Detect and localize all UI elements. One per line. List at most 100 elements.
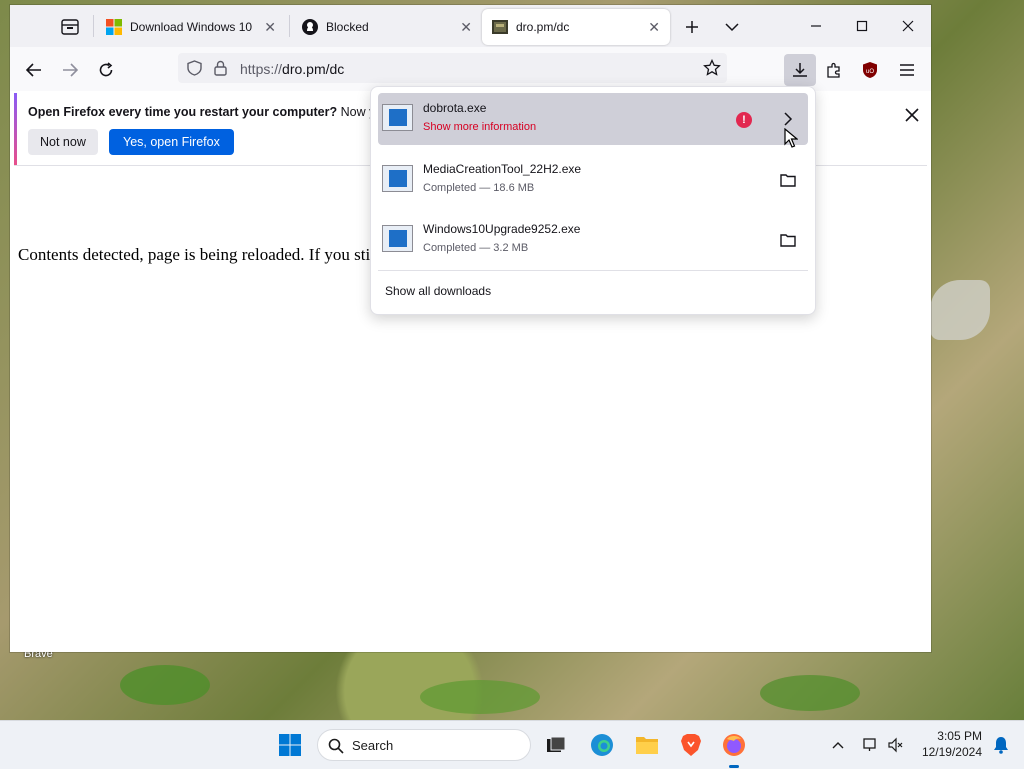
firefox-view-icon <box>61 19 79 35</box>
site-favicon-icon <box>492 20 508 34</box>
chevron-right-icon <box>784 112 793 126</box>
tab-title: Download Windows 10 <box>130 20 253 34</box>
network-icon <box>863 738 876 751</box>
show-hidden-icons-button[interactable] <box>822 729 854 761</box>
wallpaper-leaf <box>760 675 860 711</box>
close-window-button[interactable] <box>893 13 923 39</box>
url-text[interactable]: https://dro.pm/dc <box>240 61 344 77</box>
clock-date: 12/19/2024 <box>921 745 982 759</box>
notification-message: Open Firefox every time you restart your… <box>28 105 389 119</box>
taskbar: Search 3:05 PM 12/19/2024 <box>0 720 1024 769</box>
ublock-shield-icon: uO <box>863 62 877 78</box>
mouse-cursor-icon <box>784 128 798 148</box>
wallpaper <box>930 280 990 340</box>
tab-close-button[interactable]: ✕ <box>460 19 472 36</box>
bell-icon <box>994 737 1008 754</box>
brave-taskbar-button[interactable] <box>675 729 707 761</box>
navigation-toolbar: https://dro.pm/dc uO <box>10 47 931 91</box>
forward-button[interactable] <box>56 57 84 83</box>
reload-button[interactable] <box>92 57 120 83</box>
back-button[interactable] <box>20 57 48 83</box>
back-arrow-icon <box>26 63 41 77</box>
page-content-text: Contents detected, page is being reloade… <box>18 245 371 264</box>
tab-title: dro.pm/dc <box>516 20 570 34</box>
tab-bar: Download Windows 10 ✕ Blocked ✕ dro.pm/d… <box>10 5 931 47</box>
edge-taskbar-button[interactable] <box>586 729 618 761</box>
not-now-button[interactable]: Not now <box>28 129 98 155</box>
firefox-view-button[interactable] <box>56 13 84 41</box>
task-view-button[interactable] <box>540 729 572 761</box>
tab-dro-pm[interactable]: dro.pm/dc ✕ <box>482 9 670 45</box>
download-status: Completed — 3.2 MB <box>423 242 529 254</box>
notification-close-button[interactable] <box>902 105 922 125</box>
tracking-protection-shield-icon[interactable] <box>187 60 202 76</box>
edge-logo-icon <box>591 734 613 756</box>
download-status: Completed — 18.6 MB <box>423 182 535 194</box>
reload-icon <box>99 62 113 77</box>
address-bar[interactable]: https://dro.pm/dc <box>178 53 727 83</box>
show-more-information-link[interactable]: Show more information <box>423 121 536 133</box>
maximize-icon <box>856 20 868 32</box>
downloads-button[interactable] <box>784 54 816 86</box>
download-filename: dobrota.exe <box>423 101 487 115</box>
start-button[interactable] <box>274 729 306 761</box>
chevron-down-icon <box>725 23 739 32</box>
app-menu-button[interactable] <box>893 57 921 83</box>
list-all-tabs-button[interactable] <box>718 13 746 41</box>
folder-icon <box>780 174 796 187</box>
close-icon <box>902 20 914 32</box>
bookmark-star-icon[interactable] <box>703 59 721 77</box>
downloads-panel: dobrota.exe Show more information ! Medi… <box>370 86 816 315</box>
task-view-icon <box>547 736 566 752</box>
puzzle-piece-icon <box>827 62 840 78</box>
notification-question: Open Firefox every time you restart your… <box>28 105 338 119</box>
wallpaper-leaf <box>120 665 210 705</box>
tab-close-button[interactable]: ✕ <box>648 19 660 36</box>
hamburger-menu-icon <box>900 64 914 76</box>
download-item-mediacreationtool[interactable]: MediaCreationTool_22H2.exe Completed — 1… <box>378 154 808 206</box>
taskbar-search-box[interactable]: Search <box>317 729 531 761</box>
tab-title: Blocked <box>326 20 369 34</box>
notifications-button[interactable] <box>985 729 1017 761</box>
download-item-dobrota[interactable]: dobrota.exe Show more information ! <box>378 93 808 145</box>
yes-open-firefox-button[interactable]: Yes, open Firefox <box>109 129 234 155</box>
chevron-up-icon <box>832 742 844 749</box>
firefox-taskbar-button[interactable] <box>718 729 750 761</box>
minimize-button[interactable] <box>801 13 831 39</box>
download-filename: MediaCreationTool_22H2.exe <box>423 162 582 176</box>
forward-arrow-icon <box>63 63 78 77</box>
search-label: Search <box>352 737 394 753</box>
brave-lion-icon <box>681 734 701 756</box>
tab-download-windows[interactable]: Download Windows 10 ✕ <box>96 8 286 46</box>
lock-icon[interactable] <box>214 60 227 76</box>
panel-divider <box>378 270 808 271</box>
url-scheme: https:// <box>240 61 283 77</box>
taskbar-clock[interactable]: 3:05 PM 12/19/2024 <box>906 728 982 760</box>
github-icon <box>302 19 318 35</box>
ublock-origin-button[interactable]: uO <box>856 57 884 83</box>
tab-blocked[interactable]: Blocked ✕ <box>292 8 482 46</box>
microsoft-logo-icon <box>106 19 122 35</box>
show-in-folder-button[interactable] <box>778 230 798 250</box>
tab-close-button[interactable]: ✕ <box>264 19 276 36</box>
download-filename: Windows10Upgrade9252.exe <box>423 222 581 236</box>
new-tab-button[interactable] <box>678 13 706 41</box>
file-explorer-taskbar-button[interactable] <box>631 729 663 761</box>
exe-file-icon <box>382 165 413 192</box>
extensions-button[interactable] <box>820 57 848 83</box>
tab-separator <box>289 15 290 37</box>
tab-separator <box>93 15 94 37</box>
volume-muted-icon <box>888 737 903 753</box>
show-all-downloads-button[interactable]: Show all downloads <box>385 284 491 298</box>
maximize-button[interactable] <box>847 13 877 39</box>
exe-file-icon <box>382 225 413 252</box>
warning-icon: ! <box>736 112 752 128</box>
url-host: dro.pm/dc <box>282 61 345 77</box>
download-item-windows10upgrade[interactable]: Windows10Upgrade9252.exe Completed — 3.2… <box>378 214 808 266</box>
plus-icon <box>686 21 698 33</box>
folder-icon <box>780 234 796 247</box>
show-in-folder-button[interactable] <box>778 170 798 190</box>
search-icon <box>328 738 344 754</box>
download-details-button[interactable] <box>778 109 798 129</box>
firefox-logo-icon <box>723 734 745 756</box>
